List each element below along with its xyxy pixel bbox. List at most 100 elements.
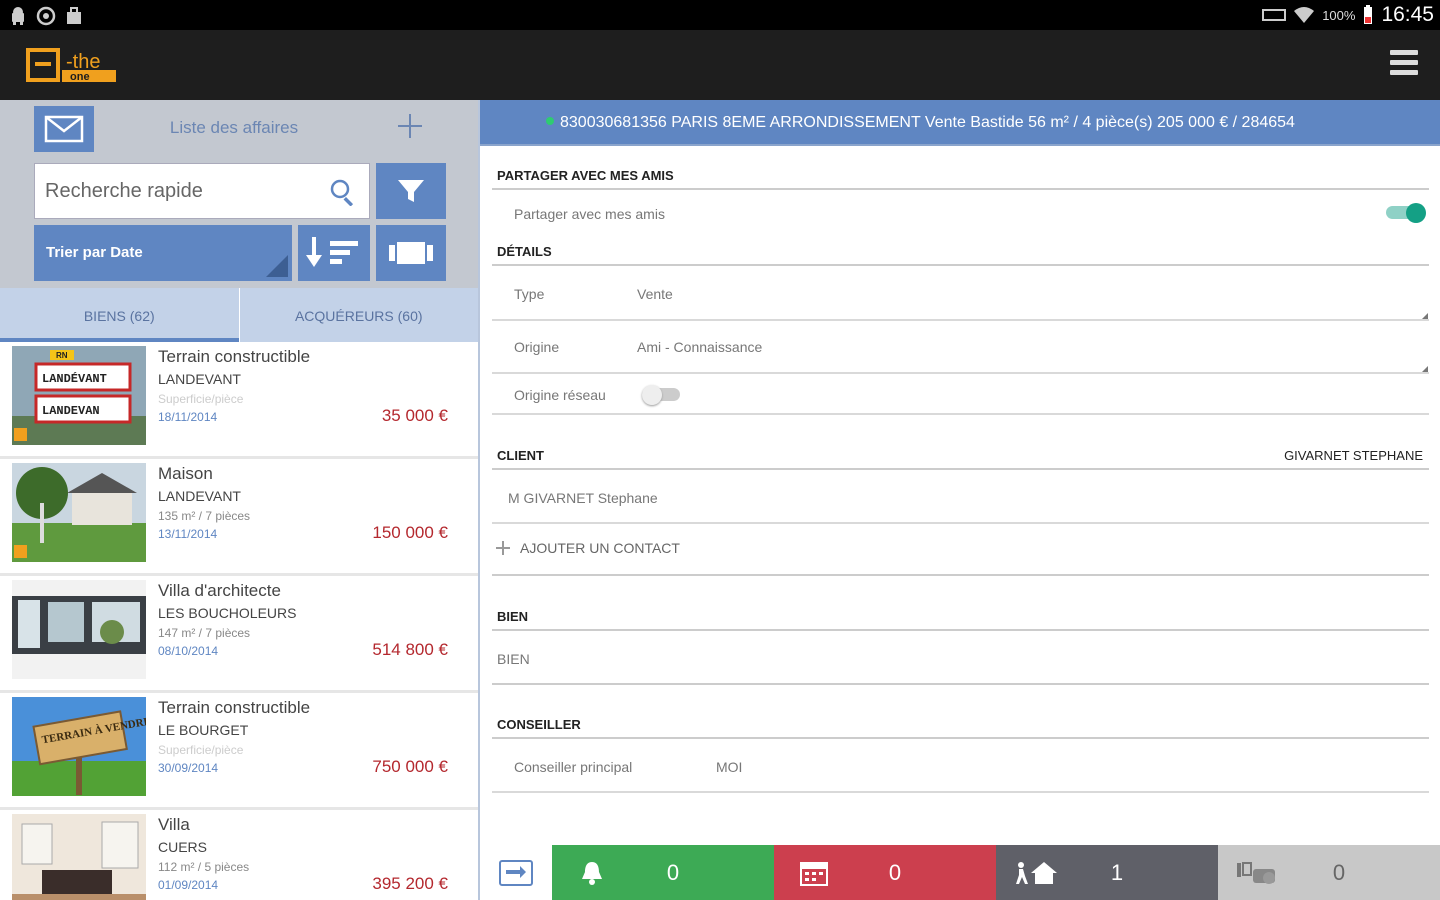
item-location: LES BOUCHOLEURS xyxy=(158,605,297,621)
calendar-icon xyxy=(800,861,828,886)
section-conseiller-title: CONSEILLER xyxy=(497,717,581,732)
visits-count: 1 xyxy=(1110,859,1124,885)
bien-value[interactable]: BIEN xyxy=(497,651,530,667)
tab-biens[interactable]: BIENS (62) xyxy=(0,288,239,342)
detail-header-text: 830030681356 PARIS 8EME ARRONDISSEMENT V… xyxy=(560,114,1295,131)
item-price: 35 000 € xyxy=(381,406,448,425)
item-date: 13/11/2014 xyxy=(158,527,218,541)
section-client-title: CLIENT xyxy=(497,448,544,463)
conseiller-label: Conseiller principal xyxy=(514,759,633,775)
filter-funnel-icon xyxy=(398,180,424,202)
origine-select[interactable]: Ami - Connaissance xyxy=(637,339,762,355)
item-date: 08/10/2014 xyxy=(158,644,219,658)
origine-reseau-toggle[interactable] xyxy=(642,385,682,405)
divider xyxy=(492,188,1429,190)
list-item[interactable]: Villa d'architecte LES BOUCHOLEURS 147 m… xyxy=(0,576,478,693)
filter-button[interactable] xyxy=(376,163,446,219)
item-price: 514 800 € xyxy=(372,640,448,659)
sidebar-toolbar: Liste des affaires Recherche rapide Trie… xyxy=(0,100,478,288)
origine-reseau-label: Origine réseau xyxy=(514,387,606,403)
list-item[interactable]: Villa CUERS 112 m² / 5 pièces 01/09/2014… xyxy=(0,810,478,900)
envelope-icon xyxy=(44,115,84,143)
add-contact-button[interactable]: AJOUTER UN CONTACT xyxy=(496,540,680,556)
item-location: CUERS xyxy=(158,839,208,855)
origine-label: Origine xyxy=(514,339,560,355)
share-toggle[interactable] xyxy=(1386,203,1426,223)
hamburger-menu-icon[interactable] xyxy=(1390,50,1418,76)
divider xyxy=(492,264,1429,266)
sort-select[interactable]: Trier par Date xyxy=(34,225,292,281)
bottom-action-bar: 0 0 1 0 xyxy=(480,845,1440,900)
exchange-icon xyxy=(499,859,533,886)
divider xyxy=(492,683,1429,685)
item-surface: Superficie/pièce xyxy=(158,392,244,406)
alerts-button[interactable]: 0 xyxy=(552,845,774,900)
detail-header: 830030681356 PARIS 8EME ARRONDISSEMENT V… xyxy=(480,100,1440,146)
status-right: 100% 16:45 xyxy=(1262,3,1434,27)
add-contact-label: AJOUTER UN CONTACT xyxy=(520,540,680,556)
list-item[interactable]: RN LANDÉVANT LANDEVAN Terrain constructi… xyxy=(0,342,478,459)
conseiller-value[interactable]: MOI xyxy=(716,759,742,775)
offers-button[interactable]: 0 xyxy=(1218,845,1440,900)
search-placeholder: Recherche rapide xyxy=(45,180,203,202)
search-input[interactable]: Recherche rapide xyxy=(34,163,370,219)
item-price: 150 000 € xyxy=(372,523,448,542)
bell-icon xyxy=(582,861,602,885)
sign-small-text: RN xyxy=(56,351,68,360)
section-share-title: PARTAGER AVEC MES AMIS xyxy=(497,168,674,183)
exchange-button[interactable] xyxy=(480,845,552,900)
list-title: Liste des affaires xyxy=(169,118,299,137)
notification-icons xyxy=(8,6,84,26)
carousel-view-icon xyxy=(389,242,433,264)
section-details-title: DÉTAILS xyxy=(497,244,552,259)
mail-button[interactable] xyxy=(34,106,94,152)
sort-label: Trier par Date xyxy=(46,244,143,261)
client-contact[interactable]: M GIVARNET Stephane xyxy=(508,490,658,506)
list-item[interactable]: Maison LANDEVANT 135 m² / 7 pièces 13/11… xyxy=(0,459,478,576)
item-title: Villa xyxy=(158,815,190,834)
tab-acquereurs[interactable]: ACQUÉREURS (60) xyxy=(238,288,479,342)
visits-button[interactable]: 1 xyxy=(996,845,1218,900)
sync-icon xyxy=(36,6,56,26)
type-select[interactable]: Vente xyxy=(637,286,673,302)
calendar-count: 0 xyxy=(888,859,902,885)
store-icon xyxy=(67,7,81,24)
alerts-count: 0 xyxy=(666,859,680,885)
sort-direction-button[interactable] xyxy=(298,225,370,281)
item-surface: 135 m² / 7 pièces xyxy=(158,509,251,523)
property-thumbnail xyxy=(12,463,146,562)
item-location: LANDEVANT xyxy=(158,371,241,387)
dropdown-corner-icon xyxy=(266,255,288,277)
type-label: Type xyxy=(514,286,545,302)
divider xyxy=(492,468,1429,470)
property-thumbnail xyxy=(12,814,146,900)
status-dot-icon xyxy=(546,117,554,125)
item-date: 01/09/2014 xyxy=(158,878,219,892)
divider xyxy=(492,372,1429,374)
android-icon xyxy=(12,7,24,25)
section-bien-title: BIEN xyxy=(497,609,529,624)
list-item[interactable]: TERRAIN À VENDRE Terrain constructible L… xyxy=(0,693,478,810)
sidebar: Liste des affaires Recherche rapide Trie… xyxy=(0,100,480,900)
plus-icon xyxy=(496,541,510,555)
battery-icon xyxy=(1364,5,1373,24)
status-bar: 100% 16:45 xyxy=(0,0,1440,30)
property-thumbnail xyxy=(12,580,146,679)
wifi-icon xyxy=(1294,7,1315,23)
visit-house-icon xyxy=(1016,861,1057,884)
divider xyxy=(492,737,1429,739)
search-icon[interactable] xyxy=(329,178,357,206)
share-label: Partager avec mes amis xyxy=(514,206,665,222)
divider xyxy=(492,522,1429,524)
item-date: 18/11/2014 xyxy=(158,410,218,424)
clock: 16:45 xyxy=(1381,3,1434,26)
item-price: 750 000 € xyxy=(372,757,448,776)
sidebar-tabs: BIENS (62) ACQUÉREURS (60) xyxy=(0,288,478,342)
divider xyxy=(492,319,1429,321)
calendar-button[interactable]: 0 xyxy=(774,845,996,900)
add-icon[interactable] xyxy=(396,112,424,140)
divider xyxy=(492,791,1429,793)
view-mode-button[interactable] xyxy=(376,225,446,281)
sort-descending-icon xyxy=(306,237,358,267)
property-list: RN LANDÉVANT LANDEVAN Terrain constructi… xyxy=(0,342,478,900)
